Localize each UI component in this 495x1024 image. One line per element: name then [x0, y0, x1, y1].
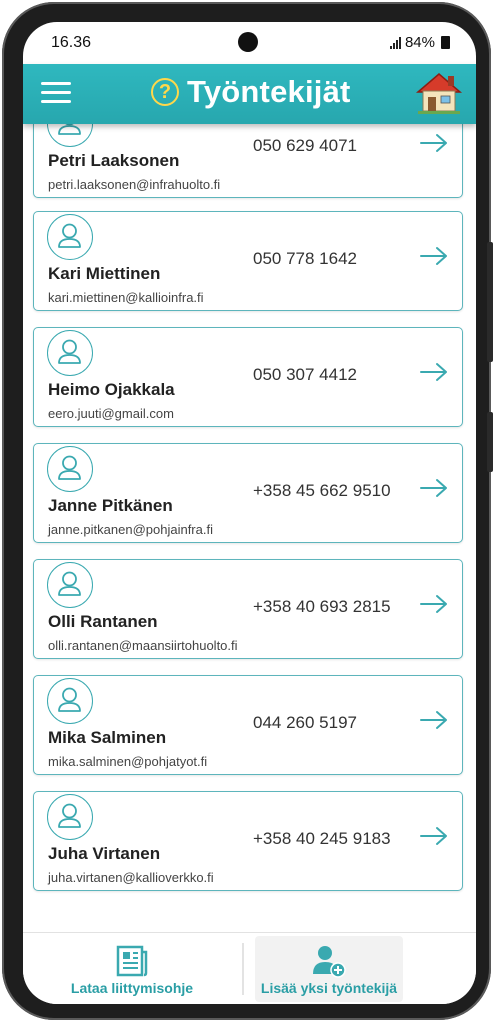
arrow-right-icon[interactable] — [419, 709, 449, 731]
house-icon[interactable] — [414, 70, 464, 116]
add-employee-label: Lisää yksi työntekijä — [260, 980, 398, 996]
arrow-right-icon[interactable] — [419, 593, 449, 615]
hamburger-menu-icon[interactable] — [41, 82, 71, 106]
employee-email: eero.juuti@gmail.com — [48, 406, 174, 421]
nav-divider — [242, 943, 244, 995]
employee-name: Olli Rantanen — [48, 612, 158, 631]
bottom-navigation: Lataa liittymisohje Lisää yksi työntekij… — [23, 932, 476, 1004]
employee-card[interactable]: Heimo Ojakkala eero.juuti@gmail.com 050 … — [33, 327, 463, 427]
employee-email: mika.salminen@pohjatyot.fi — [48, 754, 208, 769]
employee-phone: 050 778 1642 — [253, 249, 357, 268]
user-avatar-icon — [47, 124, 93, 147]
employee-card[interactable]: Juha Virtanen juha.virtanen@kallioverkko… — [33, 791, 463, 891]
front-camera — [238, 32, 258, 52]
employee-phone: +358 40 693 2815 — [253, 597, 391, 616]
help-icon[interactable]: ? — [151, 78, 179, 106]
employee-phone: 050 307 4412 — [253, 365, 357, 384]
status-bar: 16.36 84% — [23, 22, 476, 64]
signal-icon — [389, 36, 401, 49]
add-user-icon — [313, 946, 346, 978]
app-header: ? Työntekijät — [23, 64, 476, 124]
page-title: Työntekijät — [187, 74, 351, 109]
employee-email: petri.laaksonen@infrahuolto.fi — [48, 177, 221, 192]
employee-phone: 050 629 4071 — [253, 136, 357, 155]
arrow-right-icon[interactable] — [419, 361, 449, 383]
user-avatar-icon — [47, 794, 93, 840]
user-avatar-icon — [47, 678, 93, 724]
document-icon — [116, 945, 148, 977]
employee-card[interactable]: Olli Rantanen olli.rantanen@maansiirtohu… — [33, 559, 463, 659]
employee-email: kari.miettinen@kallioinfra.fi — [48, 290, 204, 305]
volume-button — [487, 242, 493, 362]
status-indicators: 84% — [389, 34, 450, 51]
arrow-right-icon[interactable] — [419, 477, 449, 499]
battery-icon — [441, 36, 450, 49]
arrow-right-icon[interactable] — [419, 132, 449, 154]
employee-card[interactable]: Mika Salminen mika.salminen@pohjatyot.fi… — [33, 675, 463, 775]
employee-list[interactable]: Petri Laaksonen petri.laaksonen@infrahuo… — [23, 124, 476, 930]
employee-name: Kari Miettinen — [48, 264, 161, 283]
arrow-right-icon[interactable] — [419, 245, 449, 267]
employee-email: olli.rantanen@maansiirtohuolto.fi — [48, 638, 238, 653]
employee-name: Mika Salminen — [48, 728, 167, 747]
header-title-group: ? Työntekijät — [151, 74, 351, 110]
user-avatar-icon — [47, 330, 93, 376]
employee-email: janne.pitkanen@pohjainfra.fi — [48, 522, 213, 537]
status-time: 16.36 — [51, 34, 92, 51]
employee-phone: +358 45 662 9510 — [253, 481, 391, 500]
user-avatar-icon — [47, 214, 93, 260]
download-instructions-label: Lataa liittymisohje — [70, 980, 194, 996]
employee-phone: +358 40 245 9183 — [253, 829, 391, 848]
employee-card[interactable]: Kari Miettinen kari.miettinen@kallioinfr… — [33, 211, 463, 311]
battery-percent: 84% — [404, 34, 435, 51]
arrow-right-icon[interactable] — [419, 825, 449, 847]
employee-phone: 044 260 5197 — [253, 713, 357, 732]
phone-frame: 16.36 84% ? Työntekijät Petri Laaksonen … — [2, 2, 493, 1020]
power-button — [487, 412, 493, 472]
employee-name: Janne Pitkänen — [48, 496, 173, 515]
employee-name: Juha Virtanen — [48, 844, 161, 863]
employee-card[interactable]: Petri Laaksonen petri.laaksonen@infrahuo… — [33, 124, 463, 198]
download-instructions-button[interactable]: Lataa liittymisohje — [23, 936, 241, 1002]
employee-email: juha.virtanen@kallioverkko.fi — [48, 870, 214, 885]
screen: 16.36 84% ? Työntekijät Petri Laaksonen … — [23, 22, 476, 1004]
employee-name: Petri Laaksonen — [48, 151, 180, 170]
user-avatar-icon — [47, 562, 93, 608]
employee-name: Heimo Ojakkala — [48, 380, 175, 399]
add-employee-button[interactable]: Lisää yksi työntekijä — [255, 936, 403, 1002]
employee-card[interactable]: Janne Pitkänen janne.pitkanen@pohjainfra… — [33, 443, 463, 543]
user-avatar-icon — [47, 446, 93, 492]
